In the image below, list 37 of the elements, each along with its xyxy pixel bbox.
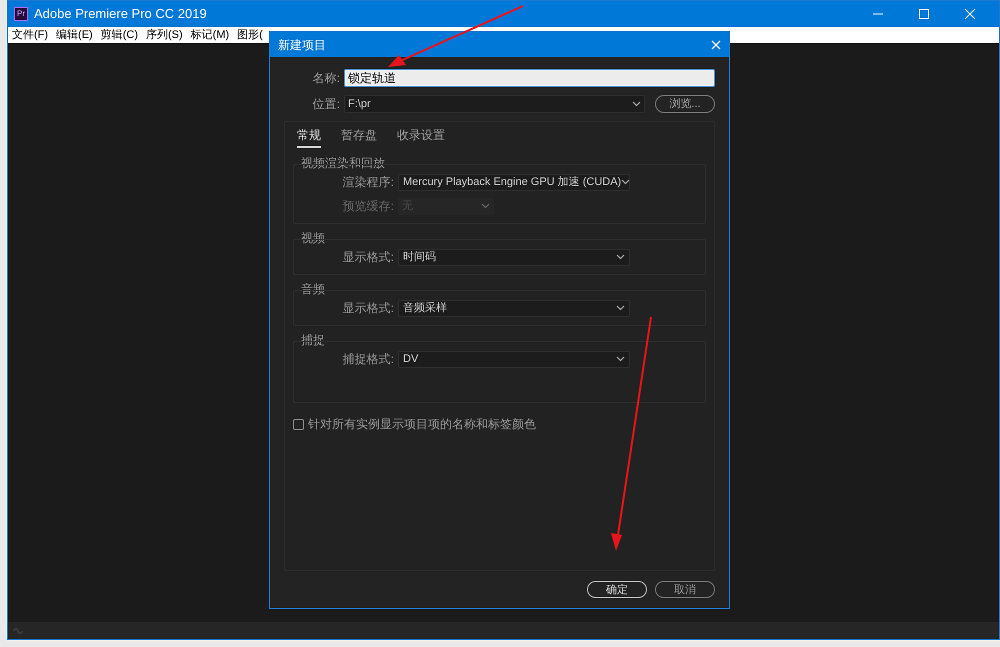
menu-item[interactable]: 图形( (237, 30, 263, 40)
chevron-icon (616, 305, 625, 311)
field-label: 显示格式: (342, 249, 394, 266)
ok-button[interactable]: 确定 (587, 581, 647, 598)
field-label: 显示格式: (342, 300, 394, 317)
dialog-title: 新建项目 (278, 36, 326, 54)
select-field[interactable]: DV (398, 350, 630, 368)
chevron-icon (481, 203, 490, 209)
menu-item[interactable]: 序列(S) (146, 30, 183, 40)
app-icon: Pr (14, 7, 28, 21)
name-field[interactable]: 锁定轨道 (344, 69, 715, 87)
menu-item[interactable]: 剪辑(C) (100, 30, 138, 40)
location-dropdown[interactable]: F:\pr (344, 95, 645, 113)
select-field[interactable]: 音频采样 (398, 300, 630, 316)
field-label: 渲染程序: (342, 174, 394, 191)
checkbox[interactable] (293, 418, 304, 430)
name-label: 名称: (312, 70, 340, 87)
menu-item[interactable]: 标记(M) (190, 30, 230, 40)
chevron-icon (632, 101, 641, 107)
browse-button[interactable]: 浏览... (655, 95, 715, 113)
close-icon[interactable] (711, 40, 721, 50)
cancel-button[interactable]: 取消 (655, 581, 715, 598)
tab[interactable]: 暂存盘 (341, 126, 377, 148)
select-field[interactable]: 时间码 (398, 248, 630, 266)
field-label: 预览缓存: (342, 198, 394, 215)
field-label: 捕捉格式: (342, 351, 394, 368)
chevron-icon (616, 356, 625, 362)
window-title: Adobe Premiere Pro CC 2019 (34, 5, 207, 24)
tab[interactable]: 常规 (297, 126, 321, 148)
location-label: 位置: (312, 96, 340, 113)
chevron-icon (616, 254, 625, 260)
chevron-icon (621, 179, 630, 185)
menu-item[interactable]: 文件(F) (12, 30, 48, 40)
menu-item[interactable]: 编辑(E) (56, 30, 93, 40)
select-field[interactable]: Mercury Playback Engine GPU 加速 (CUDA) (398, 174, 630, 190)
tab[interactable]: 收录设置 (397, 126, 445, 148)
checkbox-label: 针对所有实例显示项目项的名称和标签颜色 (308, 416, 536, 433)
